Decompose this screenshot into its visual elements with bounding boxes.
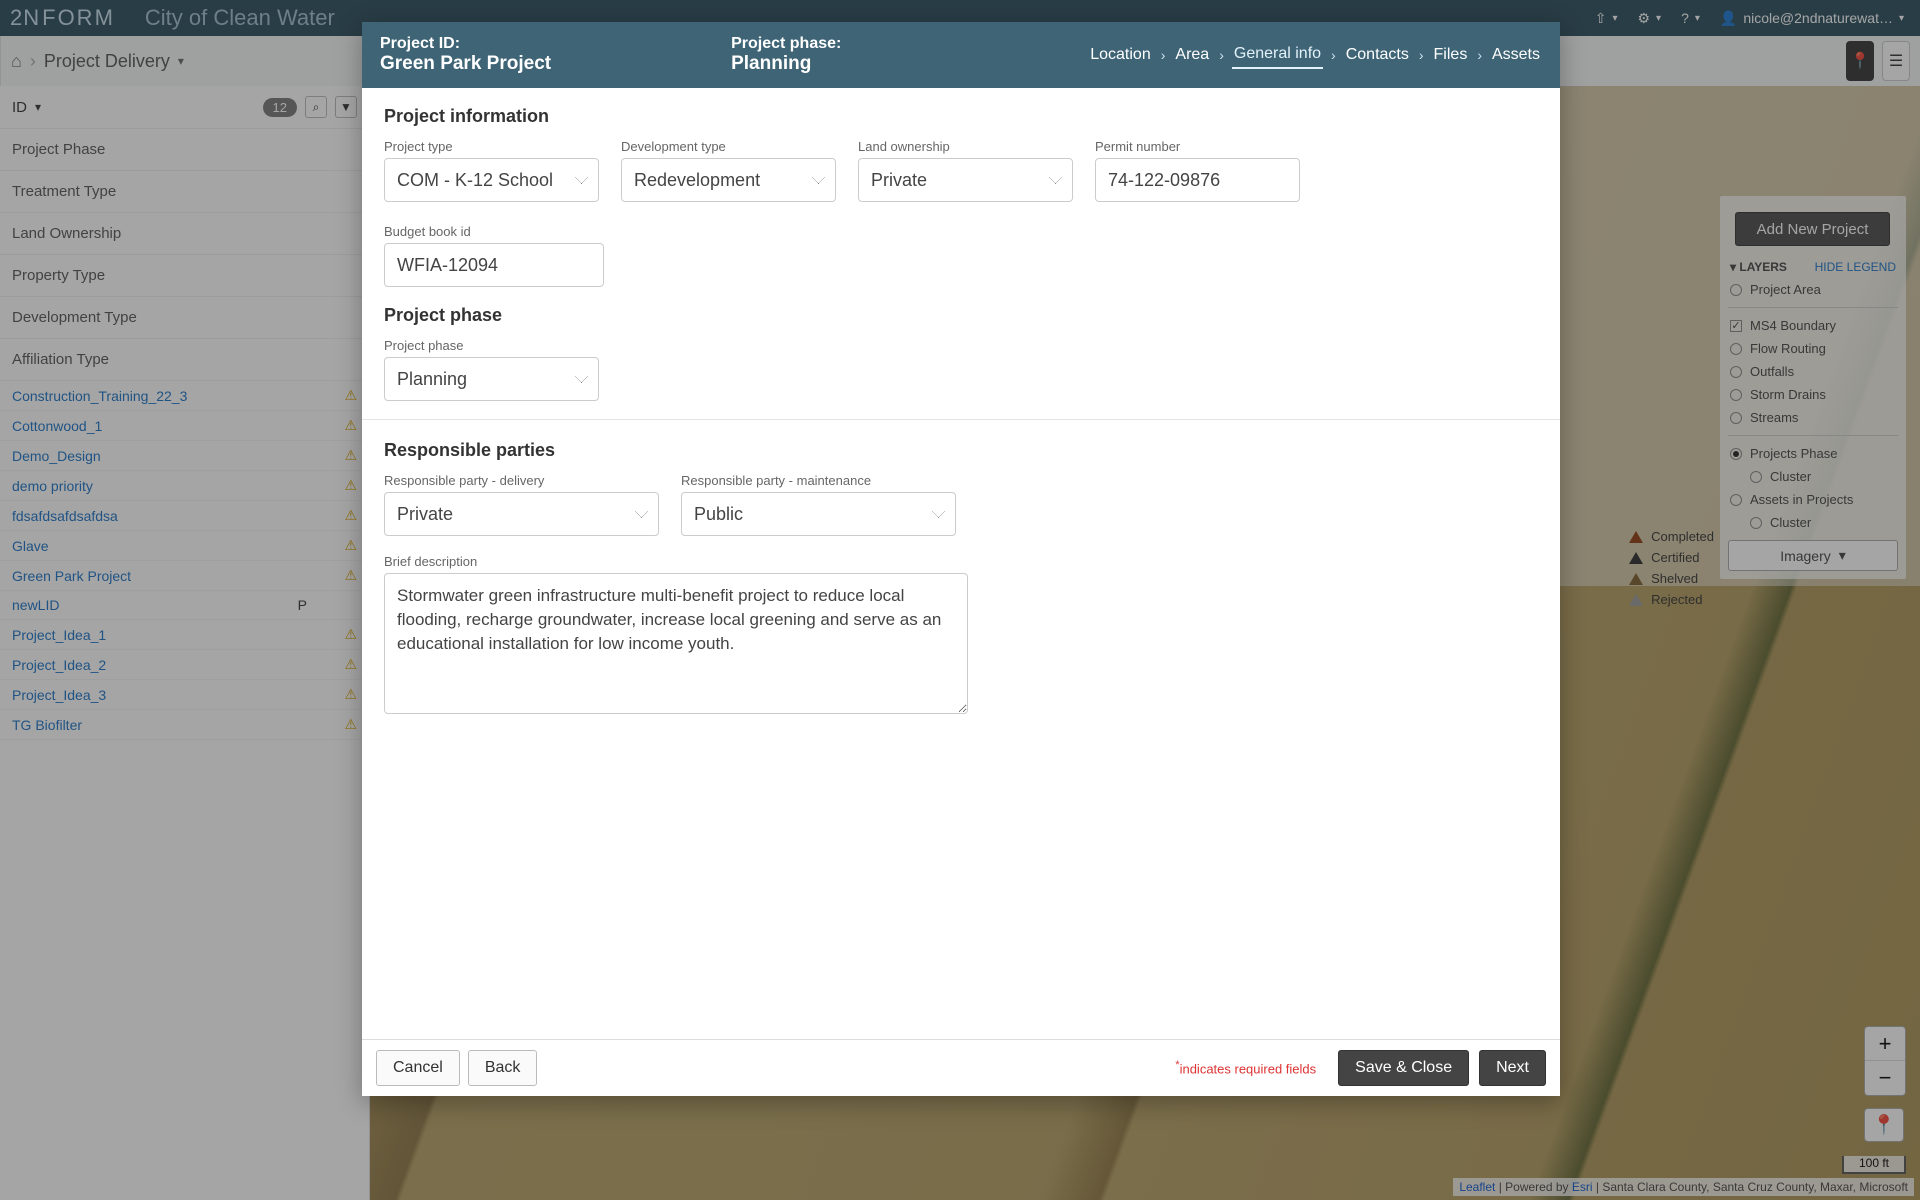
lbl-permit-number: Permit number <box>1095 139 1300 154</box>
app-root: 2NFORM City of Clean Water ⇧ ▾ ⚙ ▾ ? ▾ 👤… <box>0 0 1920 1200</box>
modal-titlebar: Project ID: Green Park Project Project p… <box>362 22 1560 88</box>
divider <box>362 419 1560 420</box>
project-phase-select[interactable]: Planning <box>384 357 599 401</box>
required-note: *indicates required fields <box>1175 1059 1316 1076</box>
lbl-budget-book: Budget book id <box>384 224 604 239</box>
resp-maintenance-select[interactable]: Public <box>681 492 956 536</box>
modal-phase-value: Planning <box>731 53 841 76</box>
section-project-phase: Project phase <box>384 305 1538 326</box>
lbl-resp-maintenance: Responsible party - maintenance <box>681 473 956 488</box>
tab-location[interactable]: Location <box>1088 42 1153 68</box>
permit-number-input[interactable] <box>1095 158 1300 202</box>
cancel-button[interactable]: Cancel <box>376 1050 460 1086</box>
lbl-project-type: Project type <box>384 139 599 154</box>
lbl-project-phase: Project phase <box>384 338 599 353</box>
tab-assets[interactable]: Assets <box>1490 42 1542 68</box>
tab-contacts[interactable]: Contacts <box>1344 42 1411 68</box>
budget-book-input[interactable] <box>384 243 604 287</box>
land-ownership-select[interactable]: Private <box>858 158 1073 202</box>
project-type-select[interactable]: COM - K-12 School <box>384 158 599 202</box>
tab-files[interactable]: Files <box>1432 42 1470 68</box>
modal-title-label: Project ID: <box>380 34 551 53</box>
back-button[interactable]: Back <box>468 1050 538 1086</box>
lbl-land-ownership: Land ownership <box>858 139 1073 154</box>
brief-description-textarea[interactable] <box>384 573 968 714</box>
lbl-brief-description: Brief description <box>384 554 968 569</box>
chevron-right-icon: › <box>1417 47 1426 63</box>
modal-footer: Cancel Back *indicates required fields S… <box>362 1039 1560 1096</box>
modal-title-col: Project ID: Green Park Project <box>380 34 551 76</box>
tab-general-info[interactable]: General info <box>1232 41 1323 69</box>
section-project-info: Project information <box>384 106 1538 127</box>
chevron-right-icon: › <box>1329 47 1338 63</box>
tab-area[interactable]: Area <box>1173 42 1211 68</box>
modal-body: Project information Project type COM - K… <box>362 88 1560 1039</box>
resp-delivery-select[interactable]: Private <box>384 492 659 536</box>
chevron-right-icon: › <box>1475 47 1484 63</box>
lbl-resp-delivery: Responsible party - delivery <box>384 473 659 488</box>
project-modal: Project ID: Green Park Project Project p… <box>362 22 1560 1096</box>
section-responsible: Responsible parties <box>384 440 1538 461</box>
chevron-right-icon: › <box>1217 47 1226 63</box>
modal-phase-col: Project phase: Planning <box>731 34 841 76</box>
development-type-select[interactable]: Redevelopment <box>621 158 836 202</box>
modal-tabs: Location› Area› General info› Contacts› … <box>1088 41 1542 69</box>
modal-title-value: Green Park Project <box>380 53 551 76</box>
chevron-right-icon: › <box>1159 47 1168 63</box>
lbl-development-type: Development type <box>621 139 836 154</box>
next-button[interactable]: Next <box>1479 1050 1546 1086</box>
modal-phase-label: Project phase: <box>731 34 841 53</box>
save-close-button[interactable]: Save & Close <box>1338 1050 1469 1086</box>
